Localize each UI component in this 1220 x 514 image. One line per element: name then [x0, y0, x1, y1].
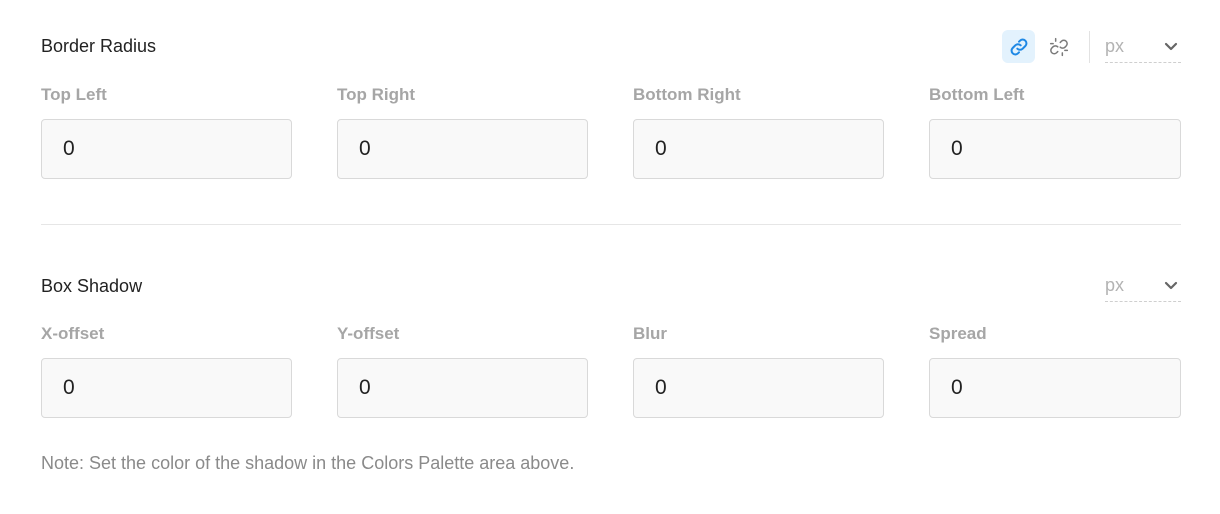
box-shadow-unit-value: px — [1105, 274, 1125, 295]
unlink-values-button[interactable] — [1042, 30, 1075, 63]
blur-label: Blur — [633, 324, 667, 343]
spread-input[interactable]: 0 — [929, 358, 1181, 418]
border-radius-unit-value: px — [1105, 35, 1125, 56]
shadow-color-note: Note: Set the color of the shadow in the… — [41, 453, 575, 473]
link-values-button[interactable] — [1002, 30, 1035, 63]
top-right-input[interactable]: 0 — [337, 119, 588, 179]
y-offset-input[interactable]: 0 — [337, 358, 588, 418]
bottom-right-label: Bottom Right — [633, 85, 741, 104]
bottom-right-input[interactable]: 0 — [633, 119, 884, 179]
x-offset-input[interactable]: 0 — [41, 358, 292, 418]
chevron-down-icon — [1163, 277, 1179, 293]
box-shadow-unit-select[interactable]: px — [1105, 269, 1181, 302]
box-shadow-section: Box Shadow px X-offset Y-offset Blur Spr… — [41, 240, 1181, 440]
border-radius-section: Border Radius px Top Left Top Right Bott… — [41, 0, 1181, 200]
bottom-left-input[interactable]: 0 — [929, 119, 1181, 179]
chevron-down-icon — [1163, 38, 1179, 54]
border-radius-title: Border Radius — [41, 36, 157, 56]
top-left-input[interactable]: 0 — [41, 119, 292, 179]
top-left-label: Top Left — [41, 85, 107, 104]
border-radius-unit-select[interactable]: px — [1105, 30, 1181, 63]
spread-label: Spread — [929, 324, 987, 343]
y-offset-label: Y-offset — [337, 324, 400, 343]
x-offset-label: X-offset — [41, 324, 105, 343]
unlink-icon — [1049, 37, 1069, 57]
top-right-label: Top Right — [337, 85, 416, 104]
box-shadow-title: Box Shadow — [41, 276, 143, 296]
link-icon — [1009, 37, 1029, 57]
section-divider — [41, 224, 1181, 225]
blur-input[interactable]: 0 — [633, 358, 884, 418]
bottom-left-label: Bottom Left — [929, 85, 1025, 104]
controls-separator — [1089, 30, 1090, 63]
